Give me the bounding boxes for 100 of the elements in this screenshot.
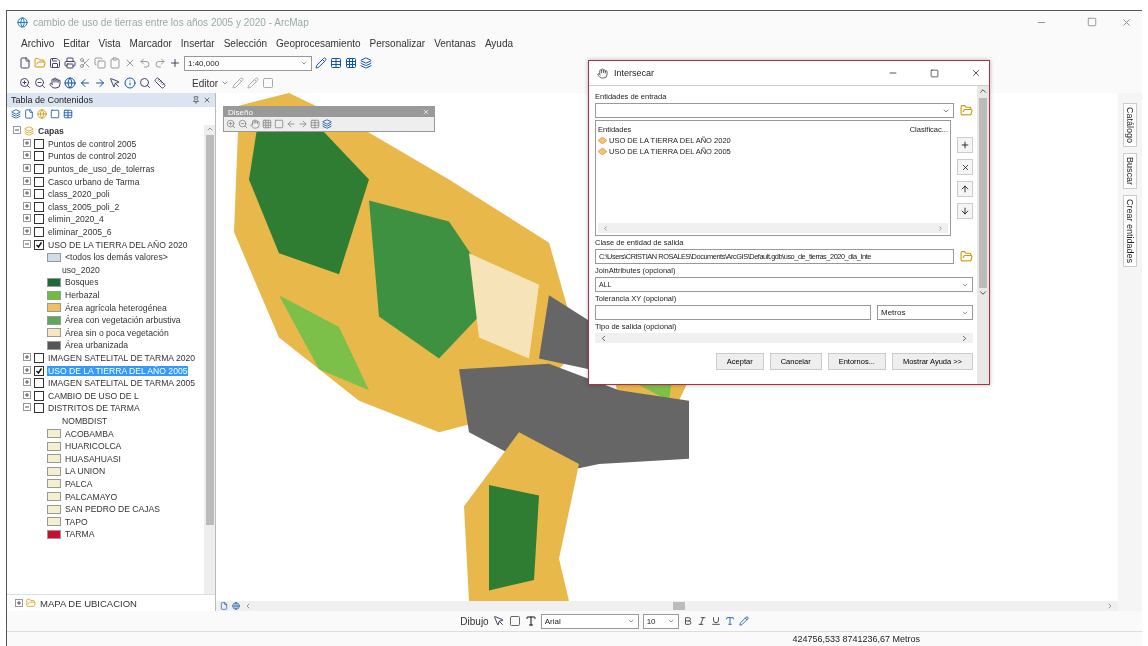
layer-checkbox[interactable] [34,403,44,414]
browse-icon[interactable] [960,104,973,117]
layer-checkbox[interactable] [34,390,44,401]
back-icon[interactable] [79,77,91,89]
layer-checkbox[interactable] [34,378,44,389]
layer-label[interactable]: elimin_2020_4 [47,214,105,225]
draw-menu[interactable]: Dibujo [460,615,489,627]
expand-icon[interactable] [23,176,31,185]
expand-icon[interactable] [23,164,31,173]
menu-item[interactable]: Personalizar [369,37,426,49]
dropdown-icon[interactable] [221,79,230,87]
scroll-right-icon[interactable] [1106,602,1114,610]
side-tab[interactable]: Buscar [1123,153,1137,190]
add-data-icon[interactable] [169,57,181,69]
select-elements-icon[interactable] [492,615,505,627]
close-icon[interactable] [203,96,211,104]
expand-icon[interactable] [23,390,31,399]
expand-icon[interactable] [23,201,31,210]
pan-icon[interactable] [49,77,61,89]
unit-field[interactable]: Metros [877,305,973,320]
edit-tool-icon[interactable] [232,77,245,89]
layer-checkbox[interactable] [34,239,44,250]
layer-checkbox[interactable] [34,176,44,187]
copy-icon[interactable] [94,57,106,69]
text-icon[interactable] [524,615,537,627]
scroll-left-icon[interactable] [599,333,608,343]
scrollbar[interactable] [204,125,215,594]
dropdown-icon[interactable] [666,617,675,625]
font-field[interactable]: Arial [540,613,639,629]
forward-icon[interactable] [298,119,308,129]
collapse-icon[interactable] [23,239,31,248]
layer-checkbox[interactable] [34,151,44,162]
layer-label[interactable]: CAMBIO DE USO DE L [47,390,140,401]
collapse-icon[interactable] [13,126,21,135]
scale-field[interactable]: 1:40,000 [184,55,312,71]
maximize-icon[interactable] [930,68,939,78]
tolerance-field[interactable] [595,305,871,320]
menu-item[interactable]: Editar [63,37,90,49]
expand-icon[interactable] [23,189,31,198]
select-icon[interactable] [109,77,121,89]
search-icon[interactable] [139,77,151,89]
zoom-in-icon[interactable] [19,77,31,89]
layer-group-label[interactable]: MAPA DE UBICACION [39,597,138,609]
new-file-icon[interactable] [19,57,31,69]
browse-icon[interactable] [960,250,973,263]
layer-checkbox[interactable] [34,214,44,225]
full-extent-icon[interactable] [64,77,76,89]
page-icon[interactable] [274,119,284,129]
expand-icon[interactable] [23,378,31,387]
line-color-icon[interactable] [738,616,749,626]
editor-toolbar-icon[interactable] [315,57,327,69]
layer-label[interactable]: puntos_de_uso_de_tolerras [47,164,156,175]
tool-icon[interactable] [597,67,608,79]
layer-label[interactable]: class_2005_poli_2 [47,201,121,212]
expand-icon[interactable] [23,151,31,160]
layer-checkbox[interactable] [34,365,44,376]
print-icon[interactable] [64,57,76,69]
layer-checkbox[interactable] [34,201,44,212]
layer-label[interactable]: DISTRITOS DE TARMA [47,403,141,414]
scroll-down-icon[interactable] [978,288,988,298]
identify-icon[interactable] [124,77,136,89]
layer-label[interactable]: IMAGEN SATELITAL DE TARMA 2020 [47,353,197,363]
scroll-right-icon[interactable] [937,224,944,232]
expand-icon[interactable] [23,365,31,374]
map-scrollbar[interactable] [216,601,1118,611]
dropdown-icon[interactable] [300,59,308,67]
menu-item[interactable]: Insertar [180,37,215,49]
layer-group-label[interactable]: Capas [37,126,65,137]
scroll-up-icon[interactable] [978,86,988,96]
expand-icon[interactable] [15,598,23,607]
menu-item[interactable]: Ventanas [434,37,476,49]
grid-icon[interactable] [345,57,357,69]
dropdown-icon[interactable] [626,617,635,625]
side-tab[interactable]: Catálogo [1123,103,1137,148]
menu-item[interactable]: Selección [223,37,268,49]
menu-item[interactable]: Archivo [21,37,55,49]
layer-label[interactable]: Casco urbano de Tarma [47,176,141,187]
arcmap-logo-icon[interactable] [17,16,28,28]
layer-label[interactable]: IMAGEN SATELITAL DE TARMA 2005 [47,378,197,389]
zoom-out-icon[interactable] [34,77,46,89]
sketch-icon[interactable] [247,77,260,89]
expand-icon[interactable] [23,214,31,223]
dialog-scrollbar[interactable] [977,86,989,384]
layer-checkbox[interactable] [34,227,44,238]
layer-label[interactable]: eliminar_2005_6 [47,227,113,238]
collapse-icon[interactable] [23,403,31,412]
undo-icon[interactable] [139,57,151,69]
scroll-thumb[interactable] [979,98,987,288]
scroll-left-icon[interactable] [244,602,252,610]
scroll-right-icon[interactable] [960,333,969,343]
delete-icon[interactable] [124,57,136,69]
menu-item[interactable]: Geoprocesamiento [276,37,361,49]
side-tab[interactable]: Crear entidades [1123,195,1137,268]
expand-icon[interactable] [23,227,31,236]
measure-icon[interactable] [154,77,166,89]
font-size-field[interactable]: 10 [642,613,679,629]
layer-label[interactable]: USO DE LA TIERRA DEL AÑO 2020 [47,239,189,250]
layers-icon[interactable] [360,57,372,69]
close-icon[interactable] [971,68,981,78]
menu-item[interactable]: Vista [98,37,121,49]
